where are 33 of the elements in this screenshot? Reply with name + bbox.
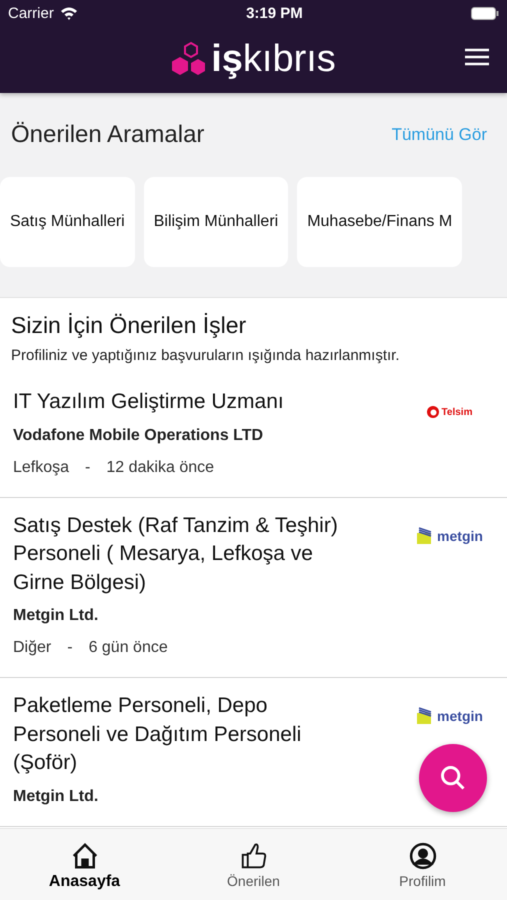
search-chip[interactable]: Muhasebe/Finans M <box>297 177 462 267</box>
job-location: Diğer <box>13 639 52 657</box>
search-chip[interactable]: Satış Münhalleri <box>0 177 135 267</box>
tab-bar-item[interactable]: Anasayfa <box>0 829 169 900</box>
job-title[interactable]: IT Yazılım Geliştirme Uzmanı <box>13 388 404 416</box>
company-logo: metgin <box>415 706 483 726</box>
company-name: Vodafone Mobile Operations LTD <box>13 426 264 444</box>
tab-bar-item[interactable]: Önerilen <box>169 829 338 900</box>
carrier-label: Carrier <box>8 4 54 22</box>
posted-time: 12 dakika önce <box>106 458 214 476</box>
tab-bar-item[interactable]: Profilim <box>338 829 507 900</box>
app-logo-text: işkıbrıs <box>211 38 336 81</box>
job-title[interactable]: Satış Destek (Raf Tanzim & Teşhir) Personeli ( Mesarya, Lefkoşa ve Girne Bölgesi) <box>13 512 404 597</box>
company-logo: Telsim <box>426 402 472 422</box>
menu-icon[interactable] <box>465 48 489 66</box>
job-location: Lefkoşa <box>13 458 70 476</box>
search-icon <box>439 764 467 792</box>
job-title[interactable]: Paketleme Personeli, Depo Personeli ve Dağıtım Personeli (Şoför) <box>13 692 404 778</box>
search-button[interactable] <box>419 744 487 812</box>
separator-text: - <box>67 639 73 657</box>
company-logo: metgin <box>415 526 483 546</box>
profile-icon <box>408 841 438 871</box>
battery-icon <box>470 6 499 20</box>
search-chip[interactable]: Bilişim Münhalleri <box>144 177 288 267</box>
status-time: 3:19 PM <box>246 4 303 22</box>
company-name: Metgin Ltd. <box>13 788 100 806</box>
wifi-icon <box>60 6 78 20</box>
company-name: Metgin Ltd. <box>13 607 100 625</box>
section-title: Sizin İçin Önerilen İşler <box>10 312 248 339</box>
separator-text: - <box>85 458 90 476</box>
section-title: Önerilen Aramalar <box>11 121 204 149</box>
section-subtitle: Profiliniz ve yaptığınız başvuruların ışığında hazırlanmıştır. <box>10 346 401 366</box>
posted-time: 6 gün önce <box>88 639 168 657</box>
